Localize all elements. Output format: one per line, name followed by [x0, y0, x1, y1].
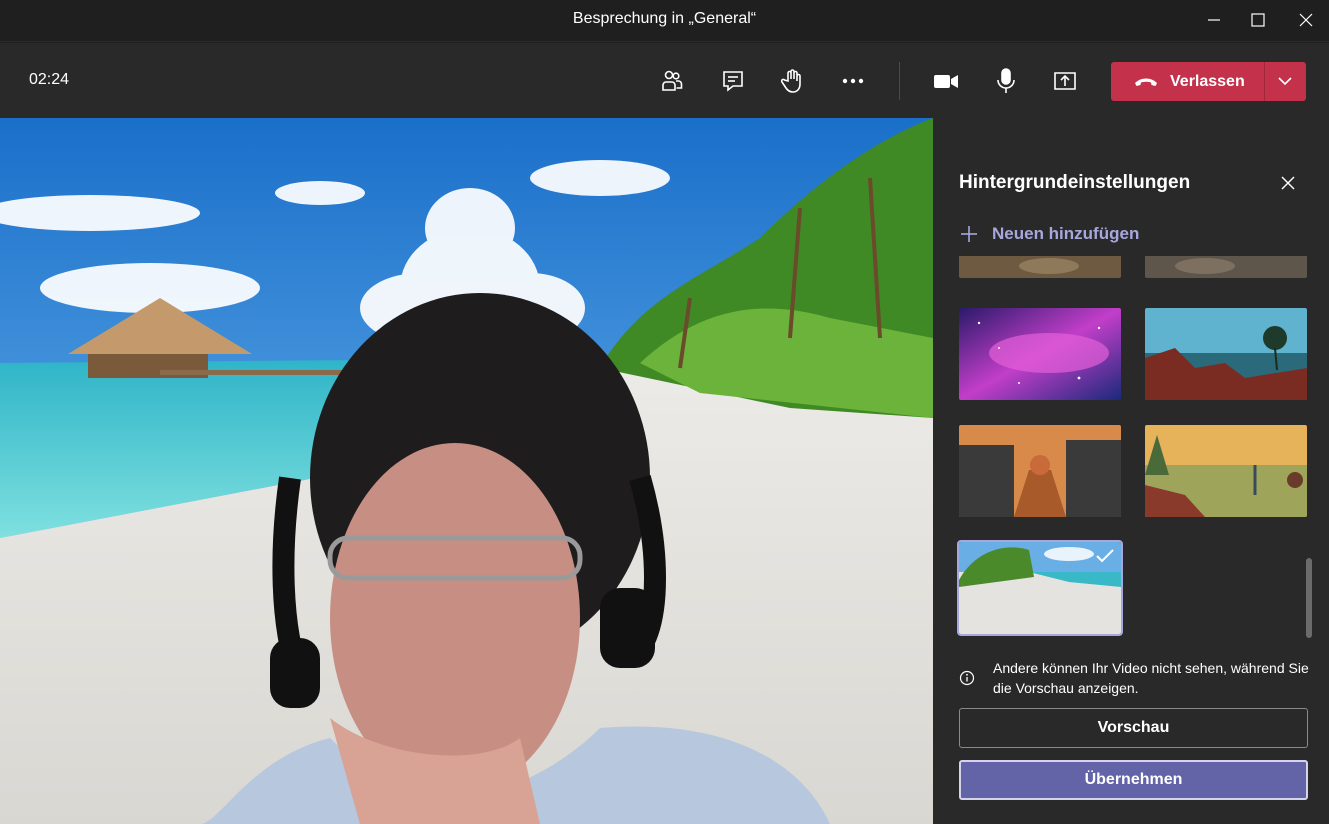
- background-thumb-galaxy[interactable]: [959, 308, 1121, 400]
- call-timer: 02:24: [29, 71, 70, 88]
- chat-icon[interactable]: [713, 61, 753, 101]
- plus-icon: [961, 226, 977, 242]
- background-thumb-beach[interactable]: [957, 540, 1123, 636]
- add-new-label: Neuen hinzufügen: [992, 224, 1140, 243]
- panel-title: Hintergrundeinstellungen: [959, 172, 1191, 193]
- leave-button[interactable]: Verlassen: [1111, 62, 1306, 101]
- gallery-scrollbar[interactable]: [1306, 558, 1312, 638]
- title-bar: Besprechung in „General“: [0, 0, 1329, 42]
- beach-background-image: [0, 118, 933, 824]
- toolbar-divider: [899, 62, 900, 100]
- add-new-background-button[interactable]: Neuen hinzufügen: [959, 222, 1139, 246]
- background-thumb-alien-landscape[interactable]: [1145, 308, 1307, 400]
- microphone-icon[interactable]: [986, 61, 1026, 101]
- hang-up-icon: [1135, 78, 1157, 86]
- share-screen-icon[interactable]: [1045, 61, 1085, 101]
- camera-icon[interactable]: [926, 61, 966, 101]
- meeting-toolbar: 02:24 Verlassen: [0, 43, 1329, 118]
- more-options-icon[interactable]: [833, 61, 873, 101]
- close-icon[interactable]: [1283, 0, 1329, 40]
- background-gallery: [933, 256, 1329, 638]
- info-text: Andere können Ihr Video nicht sehen, wäh…: [993, 660, 1309, 696]
- preview-button[interactable]: Vorschau: [959, 708, 1308, 748]
- background-thumb-village-street[interactable]: [959, 425, 1121, 517]
- video-preview: [0, 118, 933, 824]
- raise-hand-icon[interactable]: [772, 61, 812, 101]
- maximize-icon[interactable]: [1235, 0, 1281, 40]
- background-settings-panel: Hintergrundeinstellungen Neuen hinzufüge…: [933, 118, 1329, 824]
- background-thumb-game-scene-2[interactable]: [1145, 256, 1307, 278]
- window-title: Besprechung in „General“: [572, 10, 757, 27]
- checkmark-icon: [1096, 549, 1114, 563]
- minimize-icon[interactable]: [1191, 0, 1237, 40]
- close-panel-icon[interactable]: [1273, 168, 1303, 198]
- leave-separator: [1264, 62, 1265, 101]
- background-thumb-painted-desert[interactable]: [1145, 425, 1307, 517]
- preview-info: Andere können Ihr Video nicht sehen, wäh…: [959, 658, 1309, 698]
- leave-label: Verlassen: [1170, 72, 1245, 90]
- info-icon: [959, 670, 975, 686]
- background-thumb-game-scene-1[interactable]: [959, 256, 1121, 278]
- apply-button[interactable]: Übernehmen: [959, 760, 1308, 800]
- participants-icon[interactable]: [652, 61, 692, 101]
- chevron-down-icon[interactable]: [1276, 74, 1294, 88]
